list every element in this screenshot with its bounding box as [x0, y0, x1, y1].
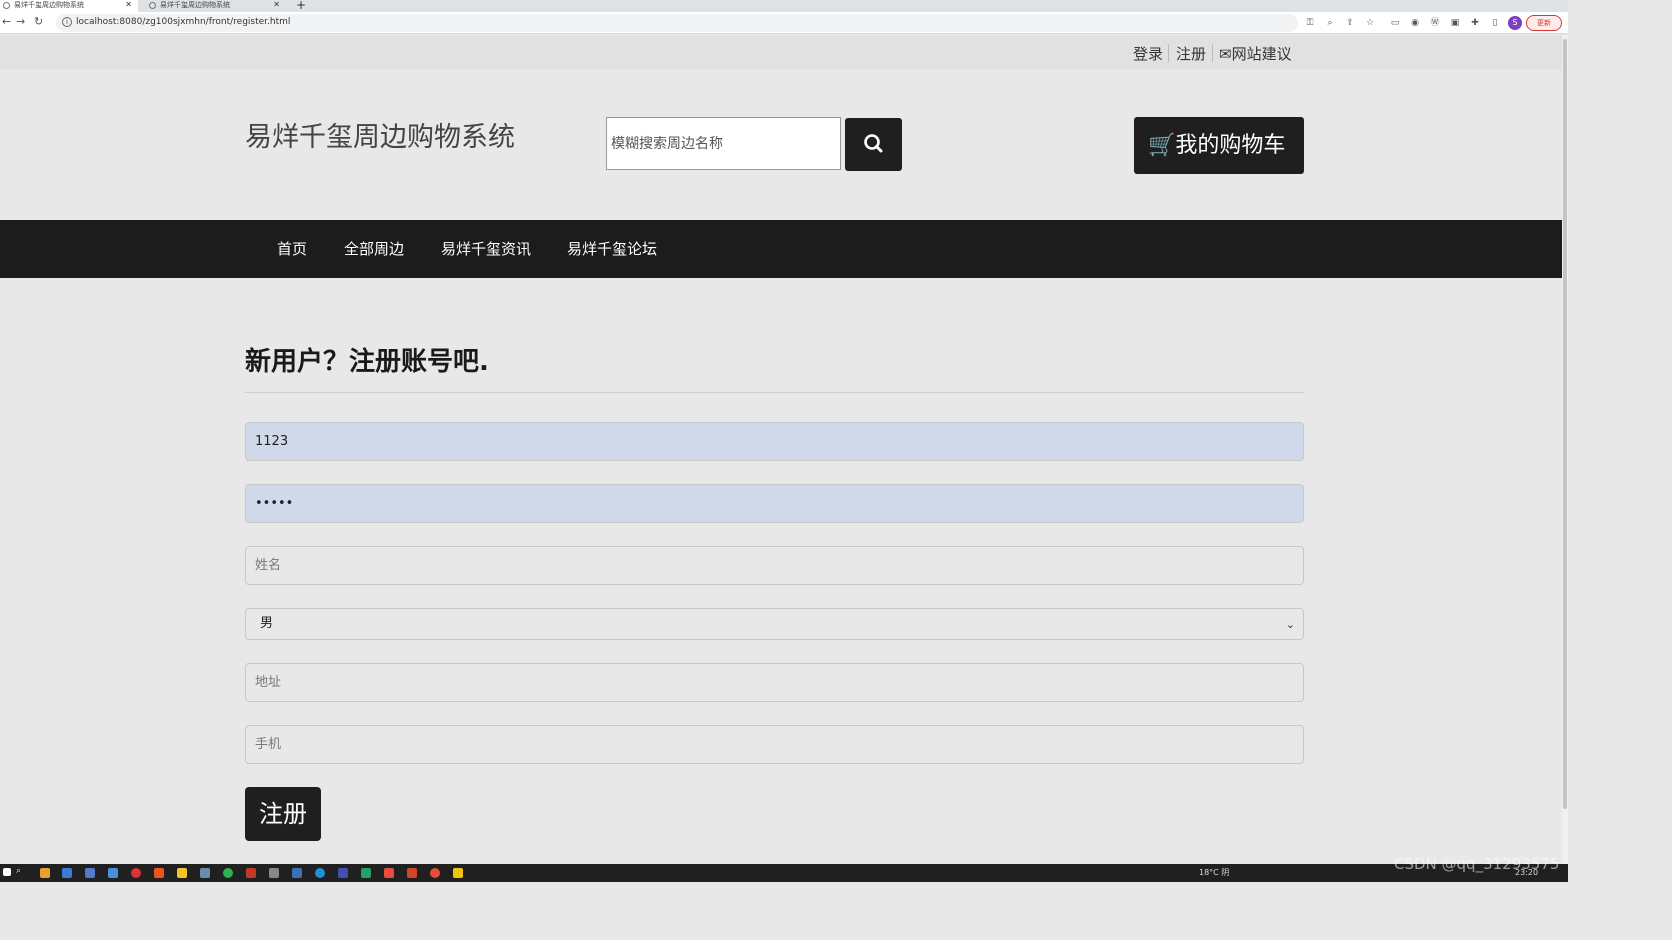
- app-icon[interactable]: [200, 868, 210, 878]
- tab-title: 易烊千玺周边购物系统: [14, 1, 84, 9]
- nav-item-home[interactable]: 首页: [277, 238, 307, 259]
- login-link[interactable]: 登录: [1133, 43, 1163, 64]
- browser-tab-bar: 易烊千玺周边购物系统 ✕ 易烊千玺周边购物系统 ✕ +: [0, 0, 1568, 12]
- edge-icon[interactable]: [315, 868, 325, 878]
- divider: [1212, 44, 1213, 62]
- nav-item-news[interactable]: 易烊千玺资讯: [441, 238, 531, 259]
- reload-icon[interactable]: ↻: [34, 15, 43, 28]
- browser-tab-active[interactable]: 易烊千玺周边购物系统 ✕: [0, 0, 138, 12]
- windows-start-icon[interactable]: [3, 868, 11, 876]
- folder-icon[interactable]: [177, 868, 187, 878]
- address-field[interactable]: [245, 663, 1304, 702]
- app-icon[interactable]: [131, 868, 141, 878]
- weather-widget[interactable]: 18°C 阴: [1199, 867, 1229, 878]
- search-icon: [864, 134, 883, 153]
- app-icon[interactable]: [338, 868, 348, 878]
- username-field[interactable]: [245, 422, 1304, 461]
- chrome-icon[interactable]: [40, 868, 50, 878]
- sidebar-icon[interactable]: ▯: [1489, 17, 1501, 29]
- page: 登录 注册 ✉网站建议 易烊千玺周边购物系统 🛒我的购物车 首页 全部周边 易烊…: [0, 35, 1562, 864]
- zoom-icon[interactable]: ⌕: [1324, 17, 1336, 29]
- new-tab-icon[interactable]: +: [296, 0, 306, 12]
- app-icon[interactable]: [246, 868, 256, 878]
- app-icon[interactable]: [108, 868, 118, 878]
- app-icon[interactable]: [430, 868, 440, 878]
- globe-icon: [3, 2, 10, 9]
- camera-icon[interactable]: ◉: [1409, 17, 1421, 29]
- feedback-label: 网站建议: [1231, 45, 1292, 63]
- feedback-link[interactable]: ✉网站建议: [1219, 43, 1292, 64]
- share-icon[interactable]: ⇪: [1344, 17, 1356, 29]
- back-icon[interactable]: ←: [2, 15, 11, 28]
- app-icon[interactable]: [154, 868, 164, 878]
- wechat-icon[interactable]: [223, 868, 233, 878]
- search-button[interactable]: [845, 118, 902, 171]
- phone-field[interactable]: [245, 725, 1304, 764]
- update-button[interactable]: 更新: [1526, 15, 1562, 31]
- image-icon[interactable]: ▣: [1449, 17, 1461, 29]
- close-icon[interactable]: ✕: [273, 0, 280, 10]
- site-title[interactable]: 易烊千玺周边购物系统: [245, 115, 515, 154]
- profile-avatar[interactable]: S: [1508, 16, 1522, 30]
- scrollbar[interactable]: [1562, 35, 1568, 864]
- puzzle-icon[interactable]: ✚: [1469, 17, 1481, 29]
- app-icon[interactable]: [384, 868, 394, 878]
- app-icon[interactable]: [62, 868, 72, 878]
- app-icon[interactable]: [292, 868, 302, 878]
- notes-icon[interactable]: [453, 868, 463, 878]
- cart-button[interactable]: 🛒我的购物车: [1134, 117, 1304, 174]
- forward-icon[interactable]: →: [16, 15, 25, 28]
- app-icon[interactable]: [269, 868, 279, 878]
- nav-item-all-goods[interactable]: 全部周边: [344, 238, 404, 259]
- password-field[interactable]: [245, 484, 1304, 523]
- tab-title: 易烊千玺周边购物系统: [160, 1, 230, 9]
- gender-value: 男: [260, 616, 274, 631]
- browser-address-bar: ← → ↻ i localhost:8080/zg100sjxmhn/front…: [0, 12, 1568, 34]
- name-field[interactable]: [245, 546, 1304, 585]
- divider: [1168, 44, 1169, 62]
- browser-tab[interactable]: 易烊千玺周边购物系统 ✕: [146, 0, 286, 12]
- scrollbar-thumb[interactable]: [1563, 39, 1567, 809]
- register-title: 新用户？注册账号吧.: [245, 347, 489, 377]
- register-link[interactable]: 注册: [1176, 43, 1206, 64]
- url-field[interactable]: i localhost:8080/zg100sjxmhn/front/regis…: [56, 14, 1298, 32]
- extension-w-icon[interactable]: Ⓦ: [1429, 17, 1441, 29]
- divider: [245, 392, 1304, 393]
- search-input[interactable]: [606, 117, 841, 170]
- cart-label: 我的购物车: [1175, 133, 1286, 158]
- envelope-icon: ✉: [1219, 45, 1232, 63]
- close-icon[interactable]: ✕: [125, 0, 132, 10]
- globe-icon: [149, 2, 156, 9]
- chevron-down-icon: ⌄: [1285, 618, 1295, 631]
- excel-icon[interactable]: [361, 868, 371, 878]
- main-nav: 首页 全部周边 易烊千玺资讯 易烊千玺论坛: [0, 220, 1562, 278]
- cart-icon: 🛒: [1148, 133, 1176, 158]
- info-icon[interactable]: i: [62, 17, 72, 27]
- app-icon[interactable]: [85, 868, 95, 878]
- watermark: CSDN @qq_31293575: [1394, 855, 1560, 873]
- wps-icon[interactable]: [407, 868, 417, 878]
- register-button[interactable]: 注册: [245, 787, 321, 841]
- nav-item-forum[interactable]: 易烊千玺论坛: [567, 238, 657, 259]
- taskbar: ⌕ 18°C 阴 23:20: [0, 864, 1568, 882]
- top-link-bar: 登录 注册 ✉网站建议: [0, 35, 1562, 70]
- extension-icon[interactable]: ▭: [1389, 17, 1401, 29]
- url-text: localhost:8080/zg100sjxmhn/front/registe…: [76, 17, 291, 27]
- gender-select[interactable]: 男 ⌄: [245, 608, 1304, 640]
- key-icon[interactable]: ⚿: [1304, 17, 1316, 29]
- search-icon[interactable]: ⌕: [16, 866, 26, 876]
- star-icon[interactable]: ☆: [1364, 17, 1376, 29]
